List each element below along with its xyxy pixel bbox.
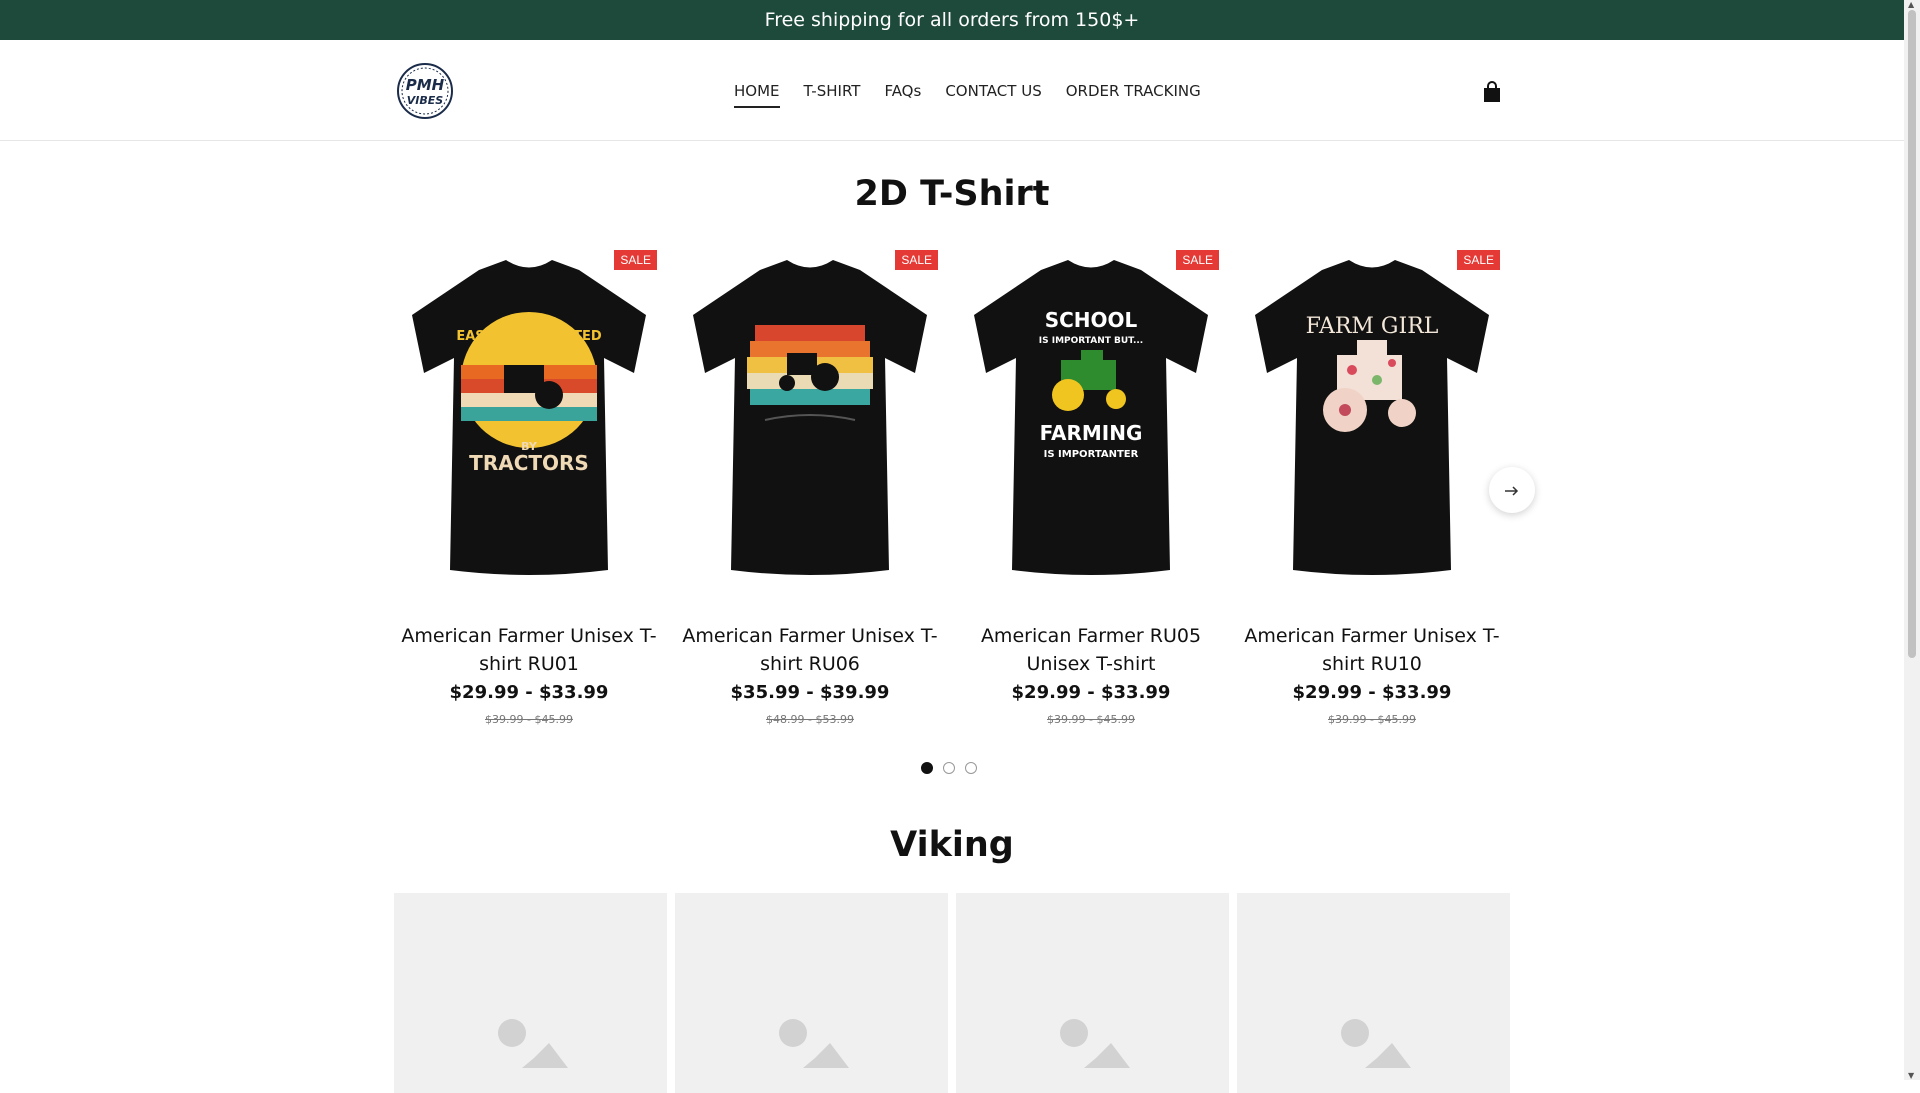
product-carousel: EASILY DISTRACTED BY TRACTORS SALE Ameri… bbox=[394, 245, 1514, 735]
product-title[interactable]: American Farmer Unisex T-shirt RU06 bbox=[669, 622, 951, 678]
scroll-up-icon[interactable]: ▲ bbox=[1908, 0, 1914, 9]
svg-text:PMH: PMH bbox=[406, 76, 445, 94]
svg-text:VIBES: VIBES bbox=[407, 94, 444, 107]
logo[interactable]: PMH VIBES bbox=[396, 62, 454, 120]
product-title[interactable]: American Farmer Unisex T-shirt RU10 bbox=[1231, 622, 1513, 678]
product-title[interactable]: American Farmer Unisex T-shirt RU01 bbox=[388, 622, 670, 678]
sale-badge: SALE bbox=[895, 250, 938, 270]
announcement-text: Free shipping for all orders from 150$+ bbox=[764, 9, 1140, 31]
scroll-down-icon[interactable]: ▼ bbox=[1908, 1071, 1914, 1080]
svg-text:TRACTORS: TRACTORS bbox=[469, 451, 589, 475]
carousel-dot[interactable] bbox=[965, 762, 977, 774]
product-image[interactable]: SALE bbox=[675, 245, 945, 585]
image-placeholder-icon bbox=[498, 1019, 568, 1068]
placeholder-image[interactable] bbox=[1237, 893, 1510, 1093]
product-old-price: $39.99 - $45.99 bbox=[1328, 713, 1416, 726]
svg-text:FARM GIRL: FARM GIRL bbox=[1306, 314, 1439, 339]
product-old-price: $39.99 - $45.99 bbox=[1047, 713, 1135, 726]
svg-text:IS IMPORTANT BUT...: IS IMPORTANT BUT... bbox=[1039, 336, 1143, 346]
carousel-dot[interactable] bbox=[921, 762, 933, 774]
shopping-bag-icon[interactable] bbox=[1482, 81, 1502, 103]
placeholder-image[interactable] bbox=[956, 893, 1229, 1093]
page-scrollbar[interactable]: ▲ ▼ bbox=[1904, 0, 1920, 1080]
site-header: PMH VIBES HOME T-SHIRT FAQs CONTACT US O… bbox=[0, 40, 1904, 141]
section-title-viking: Viking bbox=[890, 825, 1014, 865]
section-title-2d-tshirt: 2D T-Shirt bbox=[854, 174, 1050, 214]
nav-home[interactable]: HOME bbox=[734, 82, 780, 108]
scrollbar-thumb[interactable] bbox=[1908, 10, 1916, 658]
carousel-dots bbox=[921, 762, 977, 774]
placeholder-image[interactable] bbox=[394, 893, 667, 1093]
nav-order-tracking[interactable]: ORDER TRACKING bbox=[1066, 82, 1201, 106]
product-card[interactable]: SALE American Farmer Unisex T-shirt RU06… bbox=[675, 245, 945, 735]
carousel-dot[interactable] bbox=[943, 762, 955, 774]
product-image[interactable]: EASILY DISTRACTED BY TRACTORS SALE bbox=[394, 245, 664, 585]
product-title[interactable]: American Farmer RU05 Unisex T-shirt bbox=[950, 622, 1232, 678]
image-placeholder-icon bbox=[1060, 1019, 1130, 1068]
product-old-price: $39.99 - $45.99 bbox=[485, 713, 573, 726]
nav-contact-us[interactable]: CONTACT US bbox=[945, 82, 1041, 106]
product-image[interactable]: SCHOOL IS IMPORTANT BUT... FARMING IS IM… bbox=[956, 245, 1226, 585]
image-placeholder-icon bbox=[779, 1019, 849, 1068]
carousel-next-button[interactable] bbox=[1489, 467, 1535, 513]
nav-faqs[interactable]: FAQs bbox=[884, 82, 921, 106]
sale-badge: SALE bbox=[1176, 250, 1219, 270]
nav-tshirt[interactable]: T-SHIRT bbox=[804, 82, 861, 106]
svg-text:IS IMPORTANTER: IS IMPORTANTER bbox=[1044, 449, 1139, 460]
product-old-price: $48.99 - $53.99 bbox=[766, 713, 854, 726]
image-placeholder-icon bbox=[1341, 1019, 1411, 1068]
product-price: $29.99 - $33.99 bbox=[1011, 682, 1171, 703]
product-image[interactable]: FARM GIRL SALE bbox=[1237, 245, 1507, 585]
sale-badge: SALE bbox=[1457, 250, 1500, 270]
sale-badge: SALE bbox=[614, 250, 657, 270]
main-nav: HOME T-SHIRT FAQs CONTACT US ORDER TRACK… bbox=[734, 82, 1201, 108]
product-card[interactable]: FARM GIRL SALE American Farmer Unisex T-… bbox=[1237, 245, 1507, 735]
product-price: $29.99 - $33.99 bbox=[1292, 682, 1452, 703]
product-card[interactable]: SCHOOL IS IMPORTANT BUT... FARMING IS IM… bbox=[956, 245, 1226, 735]
svg-text:FARMING: FARMING bbox=[1040, 421, 1143, 445]
product-card[interactable]: EASILY DISTRACTED BY TRACTORS SALE Ameri… bbox=[394, 245, 664, 735]
svg-text:SCHOOL: SCHOOL bbox=[1045, 308, 1138, 332]
placeholder-image[interactable] bbox=[675, 893, 948, 1093]
product-price: $29.99 - $33.99 bbox=[449, 682, 609, 703]
announcement-bar: Free shipping for all orders from 150$+ bbox=[0, 0, 1904, 40]
svg-text:EASILY DISTRACTED: EASILY DISTRACTED bbox=[456, 329, 602, 344]
product-price: $35.99 - $39.99 bbox=[730, 682, 890, 703]
arrow-right-icon bbox=[1505, 481, 1519, 500]
